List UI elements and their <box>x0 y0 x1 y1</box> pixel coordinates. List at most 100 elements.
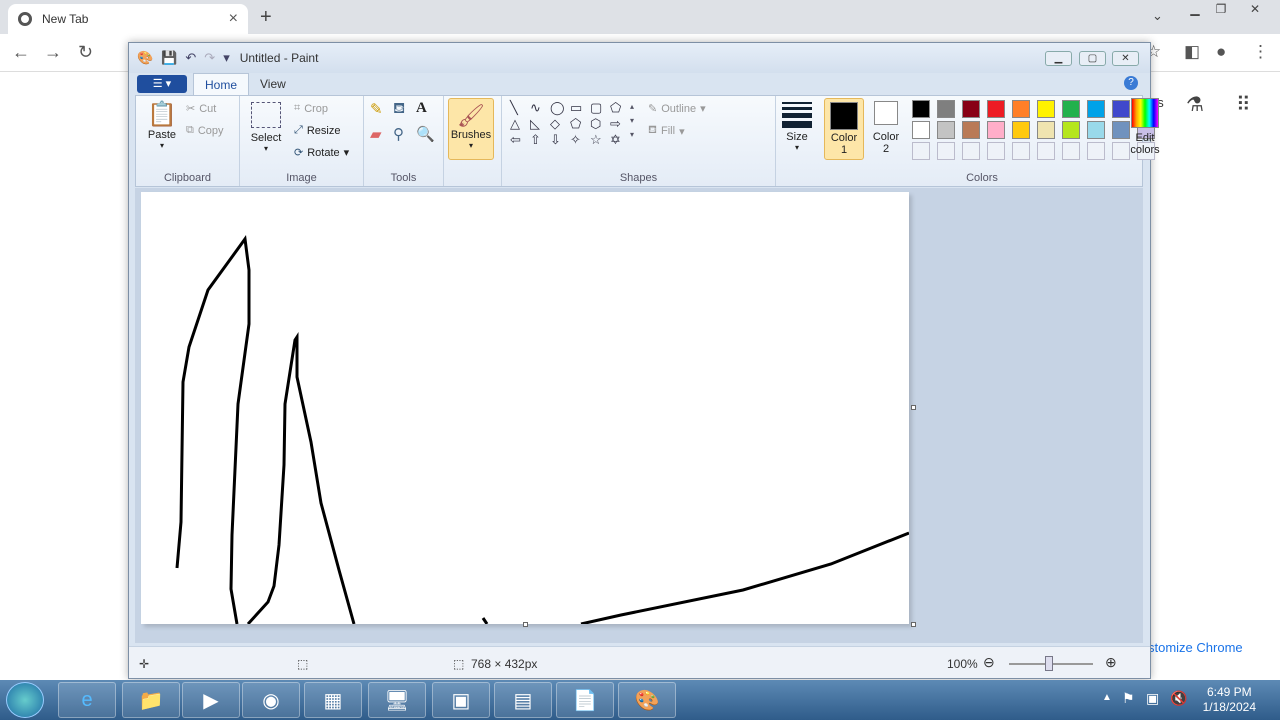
palette-swatch[interactable] <box>1087 121 1105 139</box>
custom-color-slot[interactable] <box>1012 142 1030 160</box>
left-arrow-shape-icon[interactable]: ⇦ <box>510 132 530 148</box>
drawing-canvas[interactable] <box>141 192 910 626</box>
chrome-taskbar-icon[interactable]: ◉ <box>242 682 300 718</box>
save-icon[interactable]: 💾 <box>161 50 177 66</box>
curve-shape-icon[interactable]: ∿ <box>530 100 550 116</box>
down-arrow-shape-icon[interactable]: ⇩ <box>550 132 570 148</box>
rounded-rect-shape-icon[interactable]: ▢ <box>590 100 610 116</box>
line-shape-icon[interactable]: ╲ <box>510 100 530 116</box>
oval-shape-icon[interactable]: ◯ <box>550 100 570 116</box>
resize-handle-corner[interactable] <box>911 622 916 627</box>
polygon-shape-icon[interactable]: ⬠ <box>610 100 630 116</box>
new-tab-button[interactable]: + <box>260 6 272 29</box>
clock[interactable]: 6:49 PM 1/18/2024 <box>1203 685 1256 715</box>
cut-button[interactable]: ✂ Cut <box>186 102 216 116</box>
outline-button[interactable]: ✎ Outline ▾ <box>648 102 706 116</box>
tab-search-chevron-icon[interactable]: ⌄ <box>1152 8 1163 24</box>
palette-swatch[interactable] <box>1087 100 1105 118</box>
control-panel-icon[interactable]: ▦ <box>304 682 362 718</box>
resize-handle-right[interactable] <box>911 405 916 410</box>
paint-taskbar-icon[interactable]: 🎨 <box>618 682 676 718</box>
palette-swatch[interactable] <box>962 100 980 118</box>
palette-swatch[interactable] <box>1062 100 1080 118</box>
back-icon[interactable]: ← <box>12 42 30 63</box>
palette-swatch[interactable] <box>1062 121 1080 139</box>
copy-button[interactable]: ⧉ Copy <box>186 124 224 137</box>
labs-flask-icon[interactable]: ⚗ <box>1186 92 1204 117</box>
palette-swatch[interactable] <box>1012 121 1030 139</box>
palette-swatch[interactable] <box>962 121 980 139</box>
right-triangle-shape-icon[interactable]: ◺ <box>530 116 550 132</box>
paint-menu-button[interactable]: ☰ ▾ <box>137 75 187 93</box>
tab-view[interactable]: View <box>260 77 286 91</box>
paint-maximize-button[interactable]: ▢ <box>1079 51 1106 66</box>
restore-icon[interactable]: ❐ <box>1206 2 1236 16</box>
palette-swatch[interactable] <box>937 100 955 118</box>
edit-colors-button[interactable]: Edit colors <box>1124 98 1166 156</box>
start-button[interactable] <box>6 682 44 718</box>
zoom-out-icon[interactable]: ⊖ <box>983 654 995 671</box>
apps-grid-icon[interactable]: ⠿ <box>1236 92 1251 117</box>
palette-swatch[interactable] <box>912 100 930 118</box>
resize-handle-bottom[interactable] <box>523 622 528 627</box>
palette-swatch[interactable] <box>1037 121 1055 139</box>
computer-info-icon[interactable]: 🖥 <box>368 682 426 718</box>
redo-icon[interactable]: ↷ <box>204 50 215 66</box>
triangle-shape-icon[interactable]: △ <box>510 116 530 132</box>
paste-button[interactable]: 📋 Paste ▾ <box>142 100 182 150</box>
right-arrow-shape-icon[interactable]: ⇨ <box>610 116 630 132</box>
network-icon[interactable]: ▣ <box>1146 690 1159 707</box>
palette-swatch[interactable] <box>987 121 1005 139</box>
close-tab-icon[interactable]: × <box>229 10 238 28</box>
zoom-slider-thumb[interactable] <box>1045 656 1053 671</box>
media-player-icon[interactable]: ▶ <box>182 682 240 718</box>
remote-app-icon[interactable]: ▤ <box>494 682 552 718</box>
text-icon[interactable]: A <box>416 100 439 119</box>
shapes-scroll[interactable]: ▴ ▾ ▾ <box>630 100 634 142</box>
diamond-shape-icon[interactable]: ◇ <box>550 116 570 132</box>
magnifier-icon[interactable]: 🔍 <box>416 125 439 143</box>
show-hidden-icons-icon[interactable]: ▲ <box>1102 692 1112 703</box>
custom-color-slot[interactable] <box>987 142 1005 160</box>
rotate-button[interactable]: ⟳ Rotate ▾ <box>294 146 349 160</box>
palette-swatch[interactable] <box>1037 100 1055 118</box>
custom-color-slot[interactable] <box>912 142 930 160</box>
volume-muted-icon[interactable]: 🔇 <box>1170 690 1187 707</box>
color-picker-icon[interactable]: ⚲ <box>393 125 416 143</box>
four-star-shape-icon[interactable]: ✧ <box>570 132 590 148</box>
up-arrow-shape-icon[interactable]: ⇧ <box>530 132 550 148</box>
reload-icon[interactable]: ↻ <box>78 42 93 63</box>
undo-icon[interactable]: ↶ <box>185 50 196 66</box>
custom-color-slot[interactable] <box>1037 142 1055 160</box>
size-button[interactable]: Size ▾ <box>780 100 814 152</box>
tab-home[interactable]: Home <box>193 73 249 96</box>
paint-minimize-button[interactable]: ▁ <box>1045 51 1072 66</box>
paint-close-button[interactable]: ✕ <box>1112 51 1139 66</box>
side-panel-icon[interactable]: ◧ <box>1184 42 1200 62</box>
fill-button[interactable]: ⛾ Fill ▾ <box>648 124 685 138</box>
palette-swatch[interactable] <box>1012 100 1030 118</box>
brushes-button[interactable]: 🖌 Brushes ▾ <box>448 98 494 160</box>
forward-icon[interactable]: → <box>44 42 62 63</box>
quick-access-dropdown-icon[interactable]: ▾ <box>223 50 230 66</box>
color1-button[interactable]: Color 1 <box>824 98 864 160</box>
custom-color-slot[interactable] <box>1062 142 1080 160</box>
crop-button[interactable]: ⌗ Crop <box>294 102 328 115</box>
browser-tab[interactable]: New Tab × <box>8 4 248 34</box>
palette-swatch[interactable] <box>937 121 955 139</box>
customize-chrome-button[interactable]: stomize Chrome <box>1148 640 1243 655</box>
file-explorer-icon[interactable]: 📁 <box>122 682 180 718</box>
palette-swatch[interactable] <box>912 121 930 139</box>
help-icon[interactable]: ? <box>1124 76 1138 90</box>
internet-explorer-icon[interactable]: e <box>58 682 116 718</box>
color2-button[interactable]: Color 2 <box>866 101 906 155</box>
hexagon-shape-icon[interactable]: ⬡ <box>590 116 610 132</box>
profile-icon[interactable]: ● <box>1216 42 1226 62</box>
menu-icon[interactable]: ⋮ <box>1252 42 1269 62</box>
custom-color-slot[interactable] <box>1087 142 1105 160</box>
fill-bucket-icon[interactable]: ⛾ <box>393 100 416 119</box>
zoom-in-icon[interactable]: ⊕ <box>1105 654 1117 671</box>
pentagon-shape-icon[interactable]: ⬠ <box>570 116 590 132</box>
six-star-shape-icon[interactable]: ✡ <box>610 132 630 148</box>
select-button[interactable]: Select ▾ <box>246 102 286 153</box>
